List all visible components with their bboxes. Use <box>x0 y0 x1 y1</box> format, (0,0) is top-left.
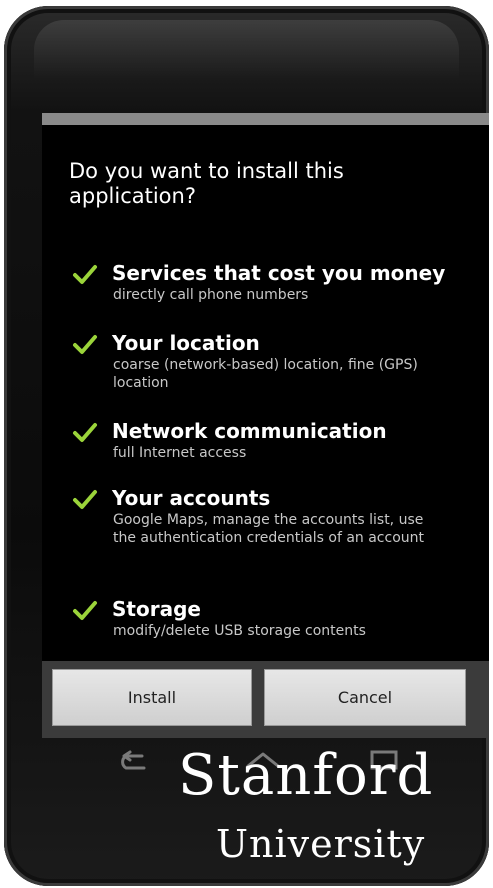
install-dialog-screen: Do you want to install this application?… <box>42 113 489 738</box>
button-bar: Install Cancel <box>42 661 489 738</box>
permission-title: Your accounts <box>112 486 271 510</box>
check-icon <box>73 601 97 620</box>
permission-title: Network communication <box>112 419 387 443</box>
check-icon <box>73 265 97 284</box>
permission-description: full Internet access <box>113 445 247 461</box>
permission-title: Services that cost you money <box>112 261 446 285</box>
check-icon <box>73 335 97 354</box>
permission-description: modify/delete USB storage contents <box>113 623 366 639</box>
check-icon <box>73 490 97 509</box>
install-button[interactable]: Install <box>52 669 252 726</box>
permission-title: Storage <box>112 597 201 621</box>
permission-title: Your location <box>112 331 260 355</box>
back-arrow-icon[interactable] <box>112 748 154 778</box>
status-strip <box>42 113 489 125</box>
phone-top-gloss <box>34 20 459 80</box>
permission-description: directly call phone numbers <box>113 287 309 303</box>
permission-description: coarse (network-based) location, fine (G… <box>113 357 418 391</box>
watermark-line-1: Stanford <box>178 743 434 808</box>
watermark-line-2: University <box>216 822 426 866</box>
permission-description: Google Maps, manage the accounts list, u… <box>113 512 424 546</box>
cancel-button[interactable]: Cancel <box>264 669 466 726</box>
check-icon <box>73 423 97 442</box>
install-question: Do you want to install this application? <box>69 159 344 208</box>
